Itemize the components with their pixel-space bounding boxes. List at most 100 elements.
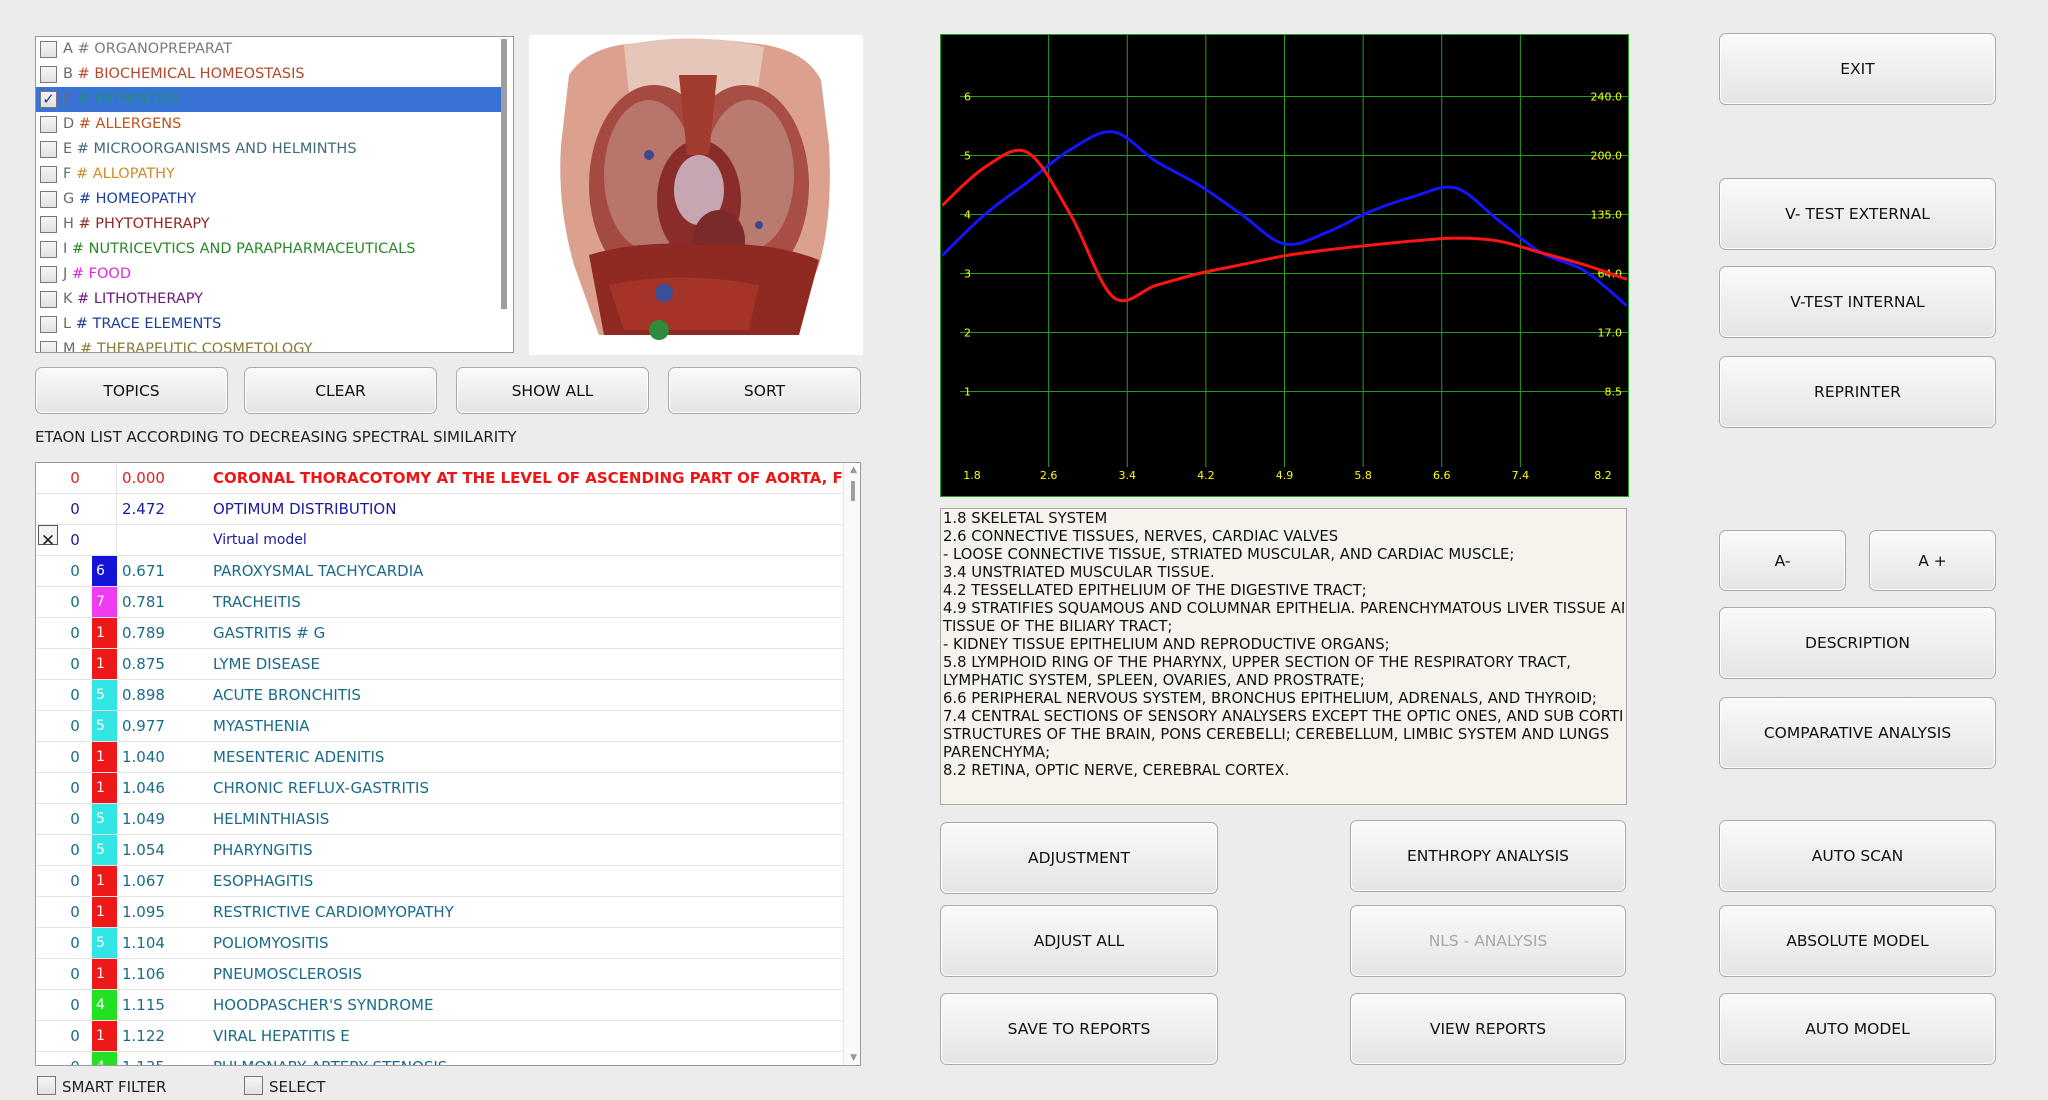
category-item[interactable]: H # PHYTOTHERAPY: [36, 212, 503, 237]
clear-button[interactable]: CLEAR: [244, 367, 437, 414]
table-row[interactable]: 04 1.135 PULMONARY ARTERY STENOSIS: [36, 1052, 844, 1065]
table-row[interactable]: 0 1 1.046 CHRONIC REFLUX-GASTRITIS: [36, 773, 844, 804]
scroll-down-icon[interactable]: ▼: [850, 1053, 857, 1063]
description-button[interactable]: DESCRIPTION: [1719, 607, 1996, 679]
checkbox-icon[interactable]: [244, 1076, 263, 1095]
font-decrease-button[interactable]: A-: [1719, 530, 1846, 591]
category-item[interactable]: J # FOOD: [36, 262, 503, 287]
smart-filter-checkbox[interactable]: SMART FILTER: [37, 1076, 166, 1096]
category-list[interactable]: A # ORGANOPREPARAT B # BIOCHEMICAL HOMEOS…: [35, 36, 514, 353]
checkbox-icon[interactable]: [37, 1076, 56, 1095]
category-item[interactable]: L # TRACE ELEMENTS: [36, 312, 503, 337]
table-row[interactable]: ✕ 0 Virtual model: [36, 525, 844, 556]
checkbox-icon[interactable]: [40, 216, 57, 233]
category-item[interactable]: K # LITHOTHERAPY: [36, 287, 503, 312]
sort-button[interactable]: SORT: [668, 367, 861, 414]
description-line: 4.9 STRATIFIES SQUAMOUS AND COLUMNAR EPI…: [943, 600, 1624, 617]
table-row[interactable]: 0 1 1.106 PNEUMOSCLEROSIS: [36, 959, 844, 990]
row-value: 1.115: [122, 996, 165, 1014]
table-row[interactable]: 0 1 0.875 LYME DISEASE: [36, 649, 844, 680]
table-row[interactable]: 0 5 0.977 MYASTHENIA: [36, 711, 844, 742]
category-item[interactable]: E # MICROORGANISMS AND HELMINTHS: [36, 137, 503, 162]
category-item[interactable]: I # NUTRICEVTICS AND PARAPHARMACEUTICALS: [36, 237, 503, 262]
table-row[interactable]: 0 5 1.054 PHARYNGITIS: [36, 835, 844, 866]
virtual-model-checkbox[interactable]: ✕: [38, 525, 58, 551]
row-index: 0: [70, 810, 80, 828]
row-code-badge: 5: [92, 711, 117, 741]
enthropy-analysis-button[interactable]: ENTHROPY ANALYSIS: [1350, 820, 1626, 892]
checkbox-icon[interactable]: [40, 316, 57, 333]
etalon-scrollbar[interactable]: ▲ ▼: [843, 463, 860, 1065]
checkbox-icon[interactable]: [40, 116, 57, 133]
row-code-badge: 4: [92, 990, 117, 1020]
row-code-badge: 1: [92, 649, 117, 679]
auto-model-button[interactable]: AUTO MODEL: [1719, 993, 1996, 1065]
etalon-list[interactable]: 0 0.000 CORONAL THORACOTOMY AT THE LEVEL O…: [35, 462, 861, 1066]
table-row[interactable]: 0 5 1.104 POLIOMYOSITIS: [36, 928, 844, 959]
row-code-badge: 5: [92, 928, 117, 958]
table-row[interactable]: 0 6 0.671 PAROXYSMAL TACHYCARDIA: [36, 556, 844, 587]
category-item[interactable]: D # ALLERGENS: [36, 112, 503, 137]
x-tick: 1.8: [963, 469, 981, 482]
row-name: PULMONARY ARTERY STENOSIS: [213, 1052, 447, 1065]
table-row[interactable]: 0 5 0.898 ACUTE BRONCHITIS: [36, 680, 844, 711]
view-reports-button[interactable]: VIEW REPORTS: [1350, 993, 1626, 1065]
save-to-reports-button[interactable]: SAVE TO REPORTS: [940, 993, 1218, 1065]
checkbox-icon[interactable]: [40, 266, 57, 283]
topics-button[interactable]: TOPICS: [35, 367, 228, 414]
scroll-thumb[interactable]: [851, 481, 855, 501]
category-label: L # TRACE ELEMENTS: [63, 316, 222, 332]
scroll-up-icon[interactable]: ▲: [850, 465, 857, 475]
table-row[interactable]: 0 1 1.122 VIRAL HEPATITIS E: [36, 1021, 844, 1052]
row-index: 0: [70, 996, 80, 1014]
description-line: LYMPHATIC SYSTEM, SPLEEN, OVARIES, AND P…: [943, 672, 1365, 689]
checkbox-checked-icon[interactable]: ✓: [40, 91, 57, 108]
category-item[interactable]: M # THERAPEUTIC COSMETOLOGY: [36, 337, 503, 352]
row-name: ESOPHAGITIS: [213, 872, 314, 890]
row-code-badge: [92, 494, 117, 524]
checkbox-icon[interactable]: [40, 241, 57, 258]
category-item[interactable]: ✓ C # PATHOLOGY: [36, 87, 503, 112]
description-line: 5.8 LYMPHOID RING OF THE PHARYNX, UPPER …: [943, 654, 1571, 671]
checkbox-icon[interactable]: [40, 291, 57, 308]
description-line: PARENCHYMA;: [943, 744, 1051, 761]
absolute-model-button[interactable]: ABSOLUTE MODEL: [1719, 905, 1996, 977]
adjustment-button[interactable]: ADJUSTMENT: [940, 822, 1218, 894]
nls-analysis-button[interactable]: NLS - ANALYSIS: [1350, 905, 1626, 977]
checkbox-icon[interactable]: [40, 66, 57, 83]
checkbox-icon[interactable]: [40, 141, 57, 158]
adjust-all-button[interactable]: ADJUST ALL: [940, 905, 1218, 977]
auto-scan-button[interactable]: AUTO SCAN: [1719, 820, 1996, 892]
category-scrollbar[interactable]: [501, 39, 507, 309]
row-name: CORONAL THORACOTOMY AT THE LEVEL OF ASCE…: [213, 469, 861, 487]
checkbox-icon[interactable]: [40, 166, 57, 183]
row-index: 0: [70, 965, 80, 983]
table-row[interactable]: 0 1 1.040 MESENTERIC ADENITIS: [36, 742, 844, 773]
checkbox-icon[interactable]: [40, 41, 57, 58]
v-test-external-button[interactable]: V- TEST EXTERNAL: [1719, 178, 1996, 250]
category-item[interactable]: G # HOMEOPATHY: [36, 187, 503, 212]
select-checkbox[interactable]: SELECT: [244, 1076, 325, 1096]
category-item[interactable]: B # BIOCHEMICAL HOMEOSTASIS: [36, 62, 503, 87]
font-increase-button[interactable]: A +: [1869, 530, 1996, 591]
checkbox-icon[interactable]: [40, 341, 57, 352]
comparative-analysis-button[interactable]: COMPARATIVE ANALYSIS: [1719, 697, 1996, 769]
table-row[interactable]: 0 1 1.067 ESOPHAGITIS: [36, 866, 844, 897]
row-index: 0: [70, 469, 80, 487]
table-row[interactable]: 0 2.472 OPTIMUM DISTRIBUTION: [36, 494, 844, 525]
y-right-tick: 200.0: [1591, 150, 1623, 163]
category-item[interactable]: A # ORGANOPREPARAT: [36, 37, 503, 62]
exit-button[interactable]: EXIT: [1719, 33, 1996, 105]
reprinter-button[interactable]: REPRINTER: [1719, 356, 1996, 428]
table-row[interactable]: 0 5 1.049 HELMINTHIASIS: [36, 804, 844, 835]
category-item[interactable]: F # ALLOPATHY: [36, 162, 503, 187]
table-row[interactable]: 0 7 0.781 TRACHEITIS: [36, 587, 844, 618]
v-test-internal-button[interactable]: V-TEST INTERNAL: [1719, 266, 1996, 338]
table-row[interactable]: 0 4 1.115 HOODPASCHER'S SYNDROME: [36, 990, 844, 1021]
show-all-button[interactable]: SHOW ALL: [456, 367, 649, 414]
table-row[interactable]: 0 1 1.095 RESTRICTIVE CARDIOMYOPATHY: [36, 897, 844, 928]
table-row[interactable]: 0 0.000 CORONAL THORACOTOMY AT THE LEVEL O…: [36, 463, 860, 494]
table-row[interactable]: 0 1 0.789 GASTRITIS # G: [36, 618, 844, 649]
row-value: 0.977: [122, 717, 165, 735]
checkbox-icon[interactable]: [40, 191, 57, 208]
